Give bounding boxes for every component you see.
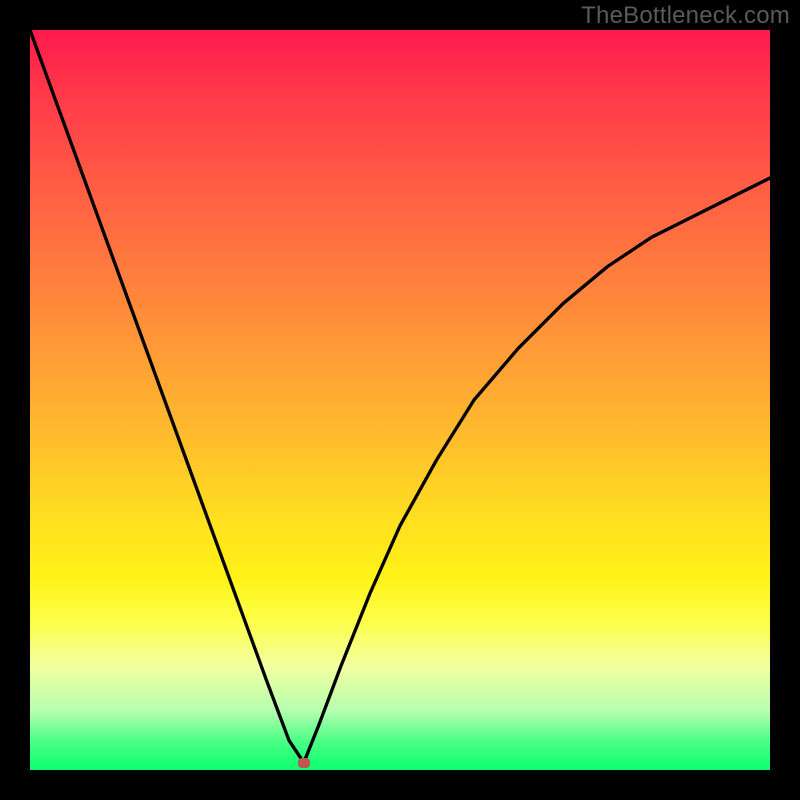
optimum-marker bbox=[298, 758, 310, 768]
chart-frame: TheBottleneck.com bbox=[0, 0, 800, 800]
plot-area bbox=[30, 30, 770, 770]
curve-svg bbox=[30, 30, 770, 770]
bottleneck-curve bbox=[30, 30, 770, 763]
watermark-text: TheBottleneck.com bbox=[581, 2, 790, 30]
